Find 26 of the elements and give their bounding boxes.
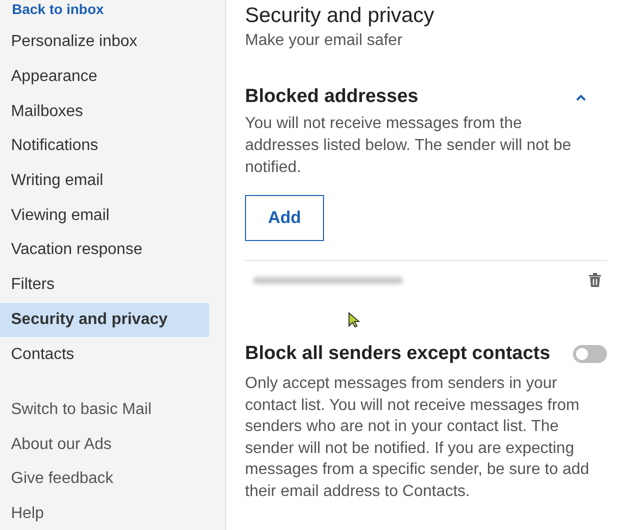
section-description: Only accept messages from senders in your contact list. You will not receive messages from senders who are not in your contact list. The sender will not be notified. If you are expecting messages from a specific sender, be sure to add their email address to Contacts. — [245, 374, 590, 502]
toggle-switch[interactable] — [573, 344, 607, 363]
footer-link[interactable]: About our Ads — [0, 428, 209, 462]
settings-nav-item[interactable]: Viewing email — [0, 198, 209, 234]
settings-nav-item[interactable]: Vacation response — [0, 233, 209, 268]
settings-nav-item[interactable]: Appearance — [0, 60, 209, 94]
footer-link[interactable]: Give feedback — [0, 462, 209, 497]
back-link[interactable]: Back to inbox — [0, 0, 209, 18]
section-heading: Block all senders except contacts — [245, 342, 550, 366]
mouse-pointer-icon — [348, 312, 360, 328]
settings-nav-item[interactable]: Personalize inbox — [0, 25, 209, 60]
footer-link[interactable]: Help — [0, 496, 209, 530]
section-description: You will not receive messages from the addresses listed below. The sender will not be notified. — [245, 114, 572, 178]
settings-nav-item[interactable]: Security and privacy — [0, 302, 209, 338]
page-title: Security and privacy — [245, 3, 436, 29]
section-heading: Blocked addresses — [245, 85, 418, 109]
delete-icon[interactable] — [589, 273, 601, 287]
settings-nav-item[interactable]: Contacts — [0, 337, 209, 372]
settings-nav-item[interactable]: Writing email — [0, 164, 209, 198]
settings-nav-item[interactable]: Filters — [0, 268, 209, 302]
footer-link[interactable]: Switch to basic Mail — [0, 392, 209, 428]
collapse-chevron-icon[interactable] — [576, 94, 586, 101]
settings-nav-item[interactable]: Mailboxes — [0, 94, 209, 130]
settings-nav-item[interactable]: Notifications — [0, 129, 209, 164]
add-button[interactable]: Add — [245, 194, 324, 240]
page-subtitle: Make your email safer — [245, 31, 404, 51]
